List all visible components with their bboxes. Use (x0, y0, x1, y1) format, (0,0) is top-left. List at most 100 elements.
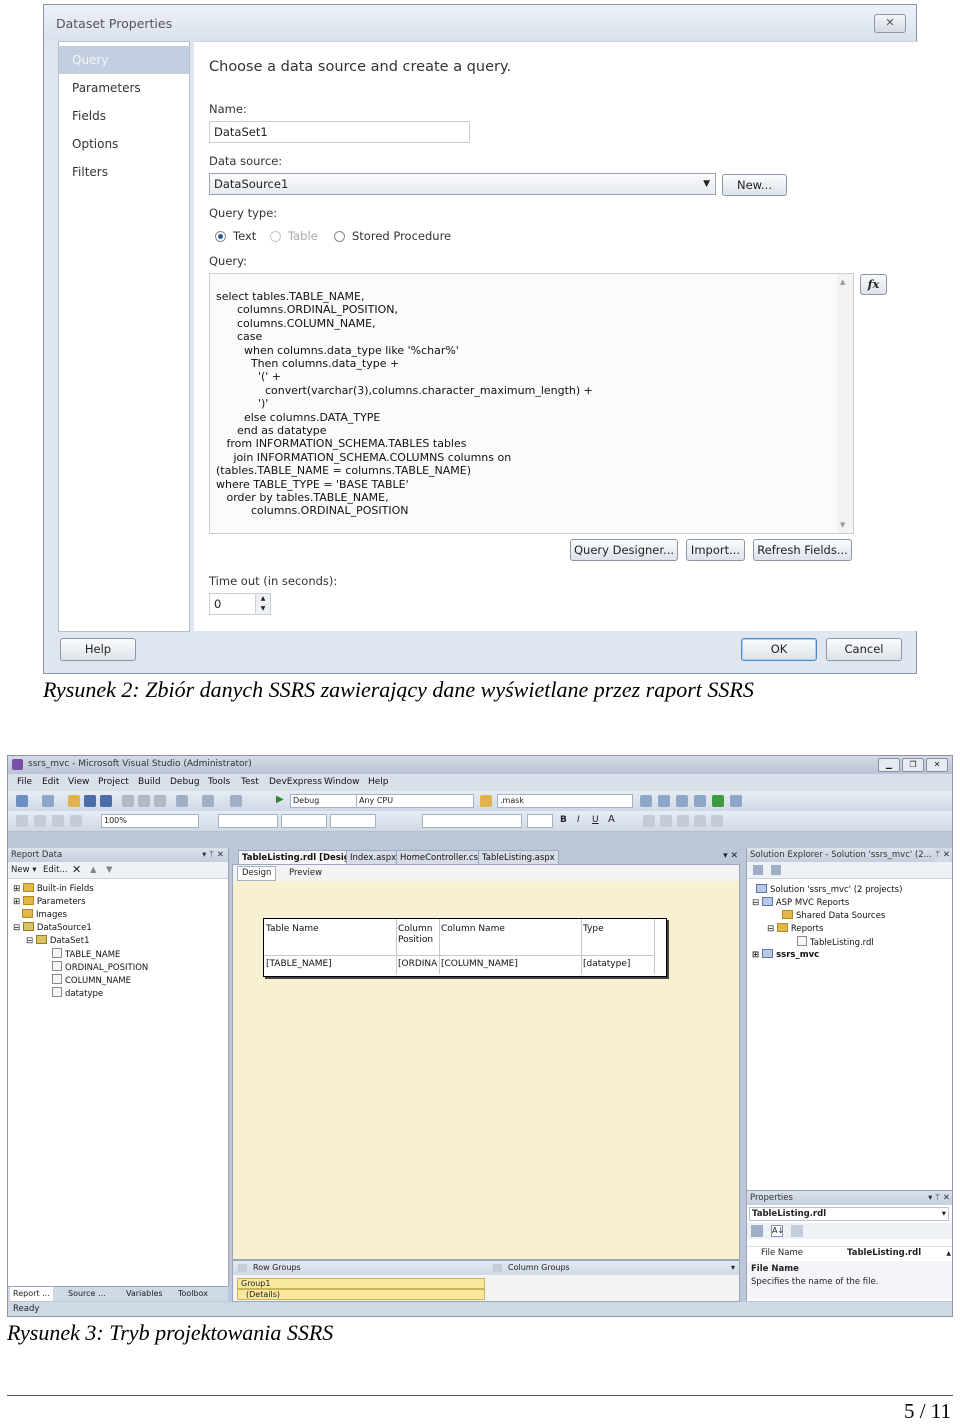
border-select[interactable] (422, 814, 522, 828)
font-select[interactable] (281, 814, 327, 828)
tree-item[interactable]: TABLE_NAME (52, 948, 120, 960)
new-datasource-button[interactable]: New... (722, 174, 787, 196)
tree-item[interactable]: Solution 'ssrs_mvc' (2 projects) (756, 884, 902, 895)
menu-view[interactable]: View (68, 777, 89, 787)
nav-item-filters[interactable]: Filters (59, 158, 189, 186)
radio-table[interactable] (270, 231, 281, 242)
report-table[interactable]: Table Name Column Position Column Name T… (263, 918, 667, 977)
bold-icon[interactable]: B (560, 815, 567, 825)
redo-icon[interactable] (202, 795, 214, 807)
tree-item[interactable]: Shared Data Sources (782, 910, 885, 921)
add-item-icon[interactable] (42, 795, 54, 807)
nav-item-parameters[interactable]: Parameters (59, 74, 189, 102)
doc-tab-index[interactable]: Index.aspx (346, 850, 401, 864)
group-row-details[interactable]: (Details) (237, 1289, 485, 1300)
expression-fx-button[interactable]: fx (860, 274, 887, 295)
datasource-select[interactable]: DataSource1 ▼ (209, 173, 716, 195)
solution-explorer-icon[interactable] (640, 795, 652, 807)
new-project-icon[interactable] (16, 795, 28, 807)
header-column-position[interactable]: Column Position (398, 924, 438, 946)
tree-item[interactable]: TableListing.rdl (797, 936, 874, 948)
bullets-icon[interactable] (694, 815, 706, 827)
menu-debug[interactable]: Debug (170, 777, 200, 787)
align-center-icon[interactable] (660, 815, 672, 827)
delete-icon[interactable]: ✕ (72, 862, 81, 878)
tree-item[interactable]: ⊞ ssrs_mvc (752, 949, 819, 960)
header-table-name[interactable]: Table Name (266, 924, 319, 934)
close-icon[interactable]: ✕ (874, 14, 906, 33)
open-icon[interactable] (68, 795, 80, 807)
tree-item[interactable]: Images (22, 909, 67, 920)
grouping-menu-icon[interactable]: ▾ (731, 1261, 735, 1275)
find-combo[interactable]: .mask (497, 794, 633, 808)
align-left-icon[interactable] (643, 815, 655, 827)
move-up-icon[interactable]: ▲ (90, 862, 97, 878)
tree-item[interactable]: ⊟ Reports (767, 923, 823, 934)
style-select[interactable] (218, 814, 278, 828)
menu-window[interactable]: Window (324, 777, 360, 787)
undo-icon[interactable] (176, 795, 188, 807)
tree-item[interactable]: ⊟ ASP MVC Reports (752, 897, 849, 908)
menu-project[interactable]: Project (98, 777, 129, 787)
properties-object-select[interactable]: TableListing.rdl ▾ (749, 1207, 949, 1221)
align-icon[interactable] (52, 815, 64, 827)
properties-icon[interactable] (753, 865, 763, 875)
tab-variables[interactable]: Variables (126, 1287, 163, 1301)
cell-column-name[interactable]: [COLUMN_NAME] (441, 959, 518, 969)
copy-icon[interactable] (138, 795, 150, 807)
radio-text[interactable] (215, 231, 226, 242)
property-pages-icon[interactable] (791, 1225, 803, 1237)
doc-close-icon[interactable]: ▾ ✕ (723, 851, 738, 861)
menu-test[interactable]: Test (241, 777, 259, 787)
spinner-icon[interactable]: ▲ ▼ (255, 594, 270, 614)
tree-item[interactable]: ⊞ Built-in Fields (13, 883, 94, 894)
panel-close-icon[interactable]: ᛘ ✕ (935, 848, 950, 862)
tab-design[interactable]: Design (237, 866, 277, 881)
menu-help[interactable]: Help (368, 777, 389, 787)
toolbox-icon[interactable] (694, 795, 706, 807)
tree-item[interactable]: ORDINAL_POSITION (52, 961, 148, 973)
move-down-icon[interactable]: ▼ (106, 862, 113, 878)
alphabetical-icon[interactable]: A↓ (771, 1225, 784, 1237)
tree-item[interactable]: COLUMN_NAME (52, 974, 131, 986)
menu-file[interactable]: File (17, 777, 32, 787)
cut-icon[interactable] (122, 795, 134, 807)
refresh-fields-button[interactable]: Refresh Fields... (753, 539, 852, 561)
tab-source[interactable]: Source ... (68, 1287, 106, 1301)
minimize-icon[interactable]: ▁ (878, 758, 900, 772)
panel-close-icon[interactable]: ▾ ᛘ ✕ (202, 848, 224, 862)
tab-report-data[interactable]: Report ... (10, 1287, 53, 1301)
object-browser-icon[interactable] (676, 795, 688, 807)
cell-datatype[interactable]: [datatype] (583, 959, 630, 969)
scroll-icon[interactable]: ▲ (946, 1247, 951, 1260)
radio-stored-procedure[interactable] (334, 231, 345, 242)
doc-tab-design[interactable]: TableListing.rdl [Design] (238, 850, 364, 864)
other-windows-icon[interactable] (730, 795, 742, 807)
grid-icon[interactable] (34, 815, 46, 827)
nav-item-options[interactable]: Options (59, 130, 189, 158)
name-input[interactable]: DataSet1 (209, 121, 470, 143)
size-icon[interactable] (70, 815, 82, 827)
panel-close-icon[interactable]: ▾ ᛘ ✕ (928, 1191, 950, 1205)
header-type[interactable]: Type (583, 924, 604, 934)
help-button[interactable]: Help (60, 638, 136, 661)
menu-edit[interactable]: Edit (42, 777, 59, 787)
import-button[interactable]: Import... (686, 539, 745, 561)
group-row-group1[interactable]: Group1 (237, 1278, 485, 1289)
restore-icon[interactable]: ❐ (902, 758, 924, 772)
query-textarea[interactable]: select tables.TABLE_NAME, columns.ORDINA… (209, 273, 854, 534)
scroll-up-icon[interactable]: ▲ (840, 278, 845, 286)
paste-icon[interactable] (154, 795, 166, 807)
timeout-input[interactable]: 0 ▲ ▼ (209, 593, 271, 615)
indent-icon[interactable] (711, 815, 723, 827)
doc-tab-tablelisting[interactable]: TableListing.aspx (478, 850, 559, 864)
platform-select[interactable]: Any CPU (356, 794, 474, 808)
header-column-name[interactable]: Column Name (441, 924, 505, 934)
align-right-icon[interactable] (677, 815, 689, 827)
font-color-icon[interactable]: A (608, 814, 615, 825)
tab-toolbox[interactable]: Toolbox (178, 1287, 208, 1301)
tree-item[interactable]: ⊞ Parameters (13, 896, 85, 907)
configuration-select[interactable]: Debug (290, 794, 358, 808)
window-close-icon[interactable]: ✕ (926, 758, 948, 772)
start-debugging-icon[interactable]: ▶ (276, 794, 284, 805)
